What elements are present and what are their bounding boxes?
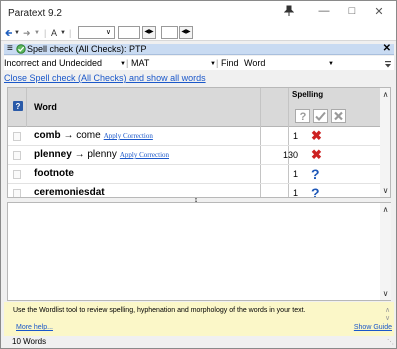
help-icon[interactable]: ? <box>13 101 23 111</box>
minimize-icon[interactable]: — <box>313 5 335 21</box>
filter-separator: | <box>216 58 219 68</box>
more-help-link[interactable]: More help... <box>16 324 53 331</box>
svg-text:?: ? <box>299 111 306 121</box>
close-icon[interactable]: ✕ <box>368 5 390 21</box>
title-bar: Paratext 9.2 — □ ✕ <box>1 1 396 25</box>
row-page-icon <box>13 170 21 179</box>
show-guide-link[interactable]: Show Guide <box>354 324 392 331</box>
word-cell[interactable]: comb → come Apply Correction <box>34 130 153 141</box>
chevron-down-icon: ∨ <box>105 29 111 36</box>
filter-separator: | <box>126 58 129 68</box>
right-arrow-icon: → <box>71 149 88 160</box>
word-text: plenney <box>34 149 72 160</box>
incorrect-status-icon[interactable]: ✖ <box>311 128 322 144</box>
word-text: ceremoniesdat <box>34 187 105 198</box>
overflow-icon[interactable] <box>385 60 391 70</box>
grid-scrollbar[interactable]: ∧ ∨ <box>380 88 390 197</box>
forward-arrow-icon[interactable]: ➜ <box>23 27 31 39</box>
toolbar-separator: | <box>69 28 72 38</box>
spellcheck-icon <box>16 44 26 56</box>
pin-icon[interactable] <box>278 5 300 21</box>
mark-unknown-button[interactable]: ? <box>295 109 310 123</box>
word-text: comb <box>34 130 61 141</box>
verse-combo[interactable] <box>161 26 178 39</box>
filter-bar: Incorrect and Undecided ▼ | MAT ▼ | Find… <box>4 56 394 70</box>
word-list-grid: ? Word Spelling ? comb → come Apply Corre… <box>7 87 391 198</box>
chevron-down-icon[interactable]: ▼ <box>14 27 20 39</box>
chevron-down-icon[interactable]: ▼ <box>60 27 66 39</box>
book-combo[interactable]: ∨ <box>78 26 115 39</box>
apply-correction-link[interactable]: Apply Correction <box>104 132 153 140</box>
suggested-correction: come <box>76 130 101 141</box>
svg-text:?: ? <box>16 102 21 111</box>
window-title: Paratext 9.2 <box>8 8 62 19</box>
resize-grip-icon[interactable]: ⋱ <box>387 338 394 346</box>
status-bar: 10 Words ⋱ <box>1 336 396 348</box>
close-spellcheck-link[interactable]: Close Spell check (All Checks) and show … <box>4 73 206 83</box>
right-arrow-icon: → <box>60 130 77 141</box>
grid-header: ? Word Spelling ? <box>8 88 381 127</box>
chevron-down-icon[interactable]: ▼ <box>328 59 334 69</box>
font-size-button[interactable]: A <box>51 27 57 39</box>
word-cell[interactable]: ceremoniesdat <box>34 187 105 198</box>
scroll-down-icon[interactable]: ∨ <box>385 314 390 322</box>
filter-dropdown[interactable]: Incorrect and Undecided <box>4 58 102 68</box>
unknown-status-icon[interactable]: ? <box>311 166 320 182</box>
help-pane: Use the Wordlist tool to review spelling… <box>4 302 394 336</box>
column-header-spelling[interactable]: Spelling <box>292 90 323 99</box>
count-cell: 130 <box>282 150 298 160</box>
word-text: footnote <box>34 168 74 179</box>
panel-title: Spell check (All Checks): PTP <box>27 44 147 54</box>
count-cell: 1 <box>292 169 298 179</box>
toolbar: 🡰 ▼ ➜ ▼ | A ▼ | ∨ ◀▶ ◀▶ <box>1 25 396 41</box>
suggested-correction: plenny <box>87 149 117 160</box>
scroll-down-icon[interactable]: ∨ <box>380 186 390 195</box>
table-row[interactable]: plenney → plenny Apply Correction 130 ✖ <box>8 146 381 165</box>
count-cell: 1 <box>292 131 298 141</box>
incorrect-status-icon[interactable]: ✖ <box>311 147 322 163</box>
column-divider <box>26 88 27 127</box>
chevron-down-icon[interactable]: ▼ <box>34 27 40 39</box>
row-page-icon <box>13 189 21 197</box>
mark-correct-button[interactable] <box>313 109 328 123</box>
find-dropdown[interactable]: Word <box>244 58 265 68</box>
word-cell[interactable]: footnote <box>34 168 74 179</box>
column-header-word[interactable]: Word <box>34 102 57 112</box>
word-detail-pane: ∧ ∨ <box>7 202 391 301</box>
back-arrow-icon[interactable]: 🡰 <box>5 27 12 39</box>
paratext-window: Paratext 9.2 — □ ✕ 🡰 ▼ ➜ ▼ | A ▼ | ∨ ◀▶ … <box>0 0 397 349</box>
chapter-combo[interactable] <box>118 26 140 39</box>
detail-scrollbar[interactable]: ∧ ∨ <box>380 203 391 300</box>
row-page-icon <box>13 151 21 160</box>
toolbar-separator: | <box>44 28 47 38</box>
close-icon[interactable]: ✕ <box>383 43 391 54</box>
count-cell: 1 <box>292 188 298 198</box>
apply-correction-link[interactable]: Apply Correction <box>120 151 169 159</box>
panel-title-bar: ≡ Spell check (All Checks): PTP ✕ <box>4 43 394 56</box>
help-text: Use the Wordlist tool to review spelling… <box>13 307 306 314</box>
table-row[interactable]: footnote 1? <box>8 165 381 184</box>
scroll-up-icon[interactable]: ∧ <box>380 90 390 99</box>
find-label: Find <box>221 58 239 68</box>
hamburger-menu-icon[interactable]: ≡ <box>7 43 13 54</box>
scroll-up-icon[interactable]: ∧ <box>380 205 391 214</box>
chapter-spinner[interactable]: ◀▶ <box>142 26 156 39</box>
maximize-icon[interactable]: □ <box>341 5 363 21</box>
unknown-status-icon[interactable]: ? <box>311 185 320 197</box>
word-count: 10 Words <box>12 337 47 346</box>
row-page-icon <box>13 132 21 141</box>
table-row[interactable]: comb → come Apply Correction 1 ✖ <box>8 127 381 146</box>
verse-spinner[interactable]: ◀▶ <box>179 26 193 39</box>
scroll-up-icon[interactable]: ∧ <box>385 306 390 314</box>
mark-incorrect-button[interactable] <box>331 109 346 123</box>
project-dropdown[interactable]: MAT <box>131 58 149 68</box>
word-cell[interactable]: plenney → plenny Apply Correction <box>34 149 169 160</box>
scroll-down-icon[interactable]: ∨ <box>380 289 391 298</box>
